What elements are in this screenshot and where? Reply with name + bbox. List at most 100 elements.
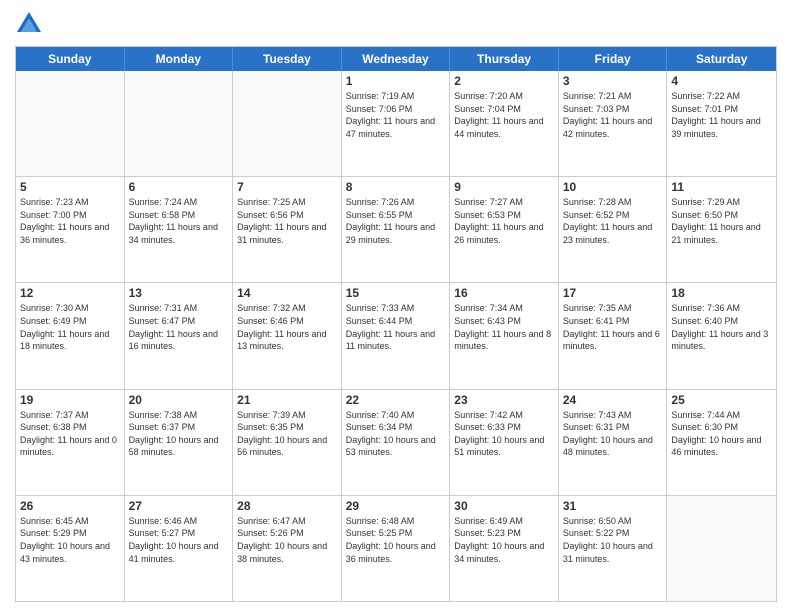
day-number: 13 [129,286,229,300]
cell-text: Daylight: 11 hours and 21 minutes. [671,221,772,246]
calendar-cell: 9 Sunrise: 7:27 AMSunset: 6:53 PMDaylight… [450,177,559,282]
calendar-cell: 19Sunrise: 7:37 AMSunset: 6:38 PMDayligh… [16,390,125,495]
cell-text: Sunrise: 7:24 AM [129,196,229,209]
calendar-cell: 8Sunrise: 7:26 AMSunset: 6:55 PMDaylight… [342,177,451,282]
cell-text: Sunrise: 7:20 AM [454,90,554,103]
calendar-row: 19Sunrise: 7:37 AMSunset: 6:38 PMDayligh… [16,390,776,496]
cell-text: Sunset: 6:41 PM [563,315,663,328]
calendar-cell: 11Sunrise: 7:29 AMSunset: 6:50 PMDayligh… [667,177,776,282]
cell-text: Sunrise: 7:36 AM [671,302,772,315]
cell-text: Sunrise: 6:48 AM [346,515,446,528]
cell-text: Daylight: 10 hours and 38 minutes. [237,540,337,565]
calendar-cell: 26Sunrise: 6:45 AMSunset: 5:29 PMDayligh… [16,496,125,601]
calendar-cell: 13Sunrise: 7:31 AMSunset: 6:47 PMDayligh… [125,283,234,388]
day-number: 11 [671,180,772,194]
calendar-cell: 28Sunrise: 6:47 AMSunset: 5:26 PMDayligh… [233,496,342,601]
cell-text: Sunrise: 7:44 AM [671,409,772,422]
calendar-cell: 21Sunrise: 7:39 AMSunset: 6:35 PMDayligh… [233,390,342,495]
day-number: 27 [129,499,229,513]
day-number: 3 [563,74,663,88]
day-number: 30 [454,499,554,513]
cell-text: Sunset: 6:30 PM [671,421,772,434]
cell-text: Sunset: 5:27 PM [129,527,229,540]
cell-text: Daylight: 11 hours and 18 minutes. [20,328,120,353]
cell-text: Sunrise: 7:27 AM [454,196,554,209]
cell-text: Sunset: 7:06 PM [346,103,446,116]
cell-text: Sunrise: 7:32 AM [237,302,337,315]
day-number: 29 [346,499,446,513]
cell-text: Daylight: 10 hours and 36 minutes. [346,540,446,565]
calendar-cell [233,71,342,176]
header-cell-saturday: Saturday [667,47,776,71]
cell-text: Sunset: 6:47 PM [129,315,229,328]
calendar-cell [125,71,234,176]
calendar-cell: 18Sunrise: 7:36 AMSunset: 6:40 PMDayligh… [667,283,776,388]
cell-text: Sunset: 6:49 PM [20,315,120,328]
day-number: 18 [671,286,772,300]
calendar-cell [16,71,125,176]
calendar-cell: 17 Sunrise: 7:35 AMSunset: 6:41 PMDayligh… [559,283,668,388]
calendar-row: 5Sunrise: 7:23 AMSunset: 7:00 PMDaylight… [16,177,776,283]
calendar-row: 1Sunrise: 7:19 AMSunset: 7:06 PMDaylight… [16,71,776,177]
day-number: 2 [454,74,554,88]
calendar: SundayMondayTuesdayWednesdayThursdayFrid… [15,46,777,602]
day-number: 9 [454,180,554,194]
cell-text: Sunset: 6:31 PM [563,421,663,434]
calendar-cell: 1Sunrise: 7:19 AMSunset: 7:06 PMDaylight… [342,71,451,176]
cell-text: Daylight: 10 hours and 43 minutes. [20,540,120,565]
cell-text: Sunset: 6:55 PM [346,209,446,222]
cell-text: Sunset: 6:38 PM [20,421,120,434]
day-number: 31 [563,499,663,513]
cell-text: Sunset: 7:03 PM [563,103,663,116]
cell-text: Daylight: 10 hours and 58 minutes. [129,434,229,459]
day-number: 24 [563,393,663,407]
cell-text: Daylight: 11 hours and 16 minutes. [129,328,229,353]
day-number: 10 [563,180,663,194]
cell-text: Sunrise: 7:25 AM [237,196,337,209]
calendar-cell: 7Sunrise: 7:25 AMSunset: 6:56 PMDaylight… [233,177,342,282]
calendar-cell: 6Sunrise: 7:24 AMSunset: 6:58 PMDaylight… [125,177,234,282]
calendar-cell: 27Sunrise: 6:46 AMSunset: 5:27 PMDayligh… [125,496,234,601]
cell-text: Daylight: 10 hours and 34 minutes. [454,540,554,565]
cell-text: Daylight: 11 hours and 31 minutes. [237,221,337,246]
cell-text: Sunset: 6:35 PM [237,421,337,434]
header-cell-thursday: Thursday [450,47,559,71]
calendar-cell: 23Sunrise: 7:42 AMSunset: 6:33 PMDayligh… [450,390,559,495]
cell-text: Sunset: 7:01 PM [671,103,772,116]
calendar-cell: 3Sunrise: 7:21 AMSunset: 7:03 PMDaylight… [559,71,668,176]
cell-text: Sunset: 5:29 PM [20,527,120,540]
cell-text: Sunrise: 7:42 AM [454,409,554,422]
calendar-cell: 2Sunrise: 7:20 AMSunset: 7:04 PMDaylight… [450,71,559,176]
cell-text: Sunset: 5:26 PM [237,527,337,540]
calendar-cell: 16Sunrise: 7:34 AMSunset: 6:43 PMDayligh… [450,283,559,388]
day-number: 16 [454,286,554,300]
day-number: 20 [129,393,229,407]
calendar-cell: 15Sunrise: 7:33 AMSunset: 6:44 PMDayligh… [342,283,451,388]
cell-text: Daylight: 11 hours and 23 minutes. [563,221,663,246]
calendar-cell: 31Sunrise: 6:50 AMSunset: 5:22 PMDayligh… [559,496,668,601]
cell-text: Sunset: 7:04 PM [454,103,554,116]
day-number: 26 [20,499,120,513]
cell-text: Sunrise: 7:21 AM [563,90,663,103]
cell-text: Sunrise: 7:35 AM [563,302,663,315]
cell-text: Sunset: 6:52 PM [563,209,663,222]
page: SundayMondayTuesdayWednesdayThursdayFrid… [0,0,792,612]
day-number: 22 [346,393,446,407]
cell-text: Sunrise: 7:23 AM [20,196,120,209]
header [15,10,777,38]
header-cell-tuesday: Tuesday [233,47,342,71]
cell-text: Daylight: 11 hours and 26 minutes. [454,221,554,246]
calendar-header: SundayMondayTuesdayWednesdayThursdayFrid… [16,47,776,71]
calendar-cell: 5Sunrise: 7:23 AMSunset: 7:00 PMDaylight… [16,177,125,282]
cell-text: Sunrise: 7:28 AM [563,196,663,209]
calendar-cell [667,496,776,601]
cell-text: Sunset: 6:34 PM [346,421,446,434]
cell-text: Sunrise: 7:38 AM [129,409,229,422]
calendar-cell: 30Sunrise: 6:49 AMSunset: 5:23 PMDayligh… [450,496,559,601]
cell-text: Sunset: 7:00 PM [20,209,120,222]
header-cell-monday: Monday [125,47,234,71]
cell-text: Sunset: 6:53 PM [454,209,554,222]
cell-text: Sunrise: 6:47 AM [237,515,337,528]
cell-text: Daylight: 11 hours and 6 minutes. [563,328,663,353]
day-number: 17 [563,286,663,300]
